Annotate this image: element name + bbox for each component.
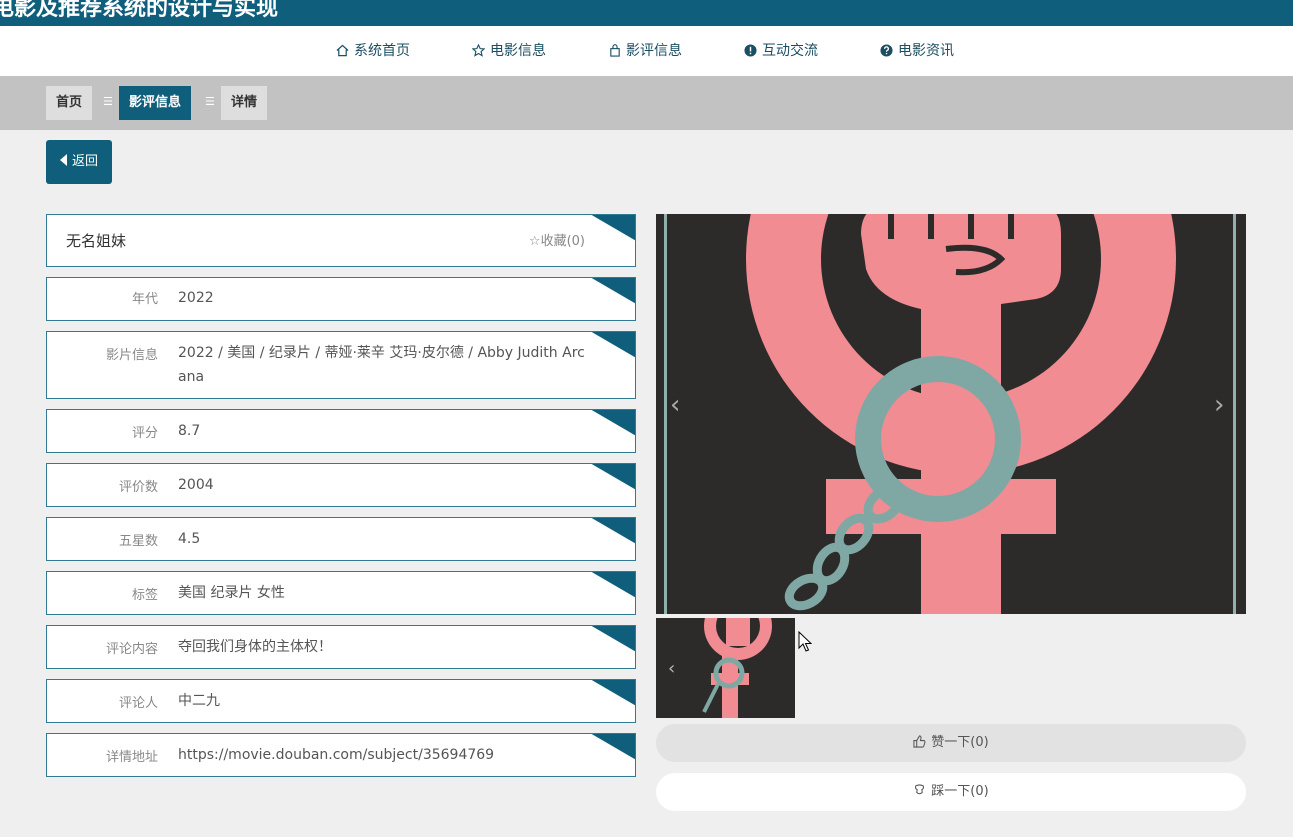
corner-ribbon-icon: [588, 626, 635, 653]
favorite-button[interactable]: ☆收藏(0): [529, 215, 585, 266]
like-button-label: 赞一下(0): [931, 735, 989, 750]
dislike-button[interactable]: 踩一下(0): [656, 773, 1246, 811]
corner-ribbon-icon: [588, 215, 635, 242]
field-label: 标签: [131, 588, 158, 603]
field-label: 评论内容: [105, 642, 158, 657]
corner-ribbon-icon: [588, 572, 635, 599]
site-title: 电影及推荐系统的设计与实现: [0, 0, 279, 21]
field-row-tags: 标签 美国 纪录片 女性: [46, 571, 636, 615]
mouse-cursor-icon: [798, 631, 812, 652]
breadcrumb-detail: 详情: [221, 86, 268, 120]
nav-item-news[interactable]: 电影资讯: [880, 26, 954, 76]
nav-item-label: 电影信息: [490, 43, 546, 59]
nav-item-label: 系统首页: [354, 43, 410, 59]
field-row-review-count: 评价数 2004: [46, 463, 636, 507]
breadcrumb-home[interactable]: 首页: [46, 86, 93, 120]
movie-title: 无名姐妹: [66, 232, 127, 250]
nav-item-movies[interactable]: 电影信息: [471, 26, 546, 76]
corner-ribbon-icon: [588, 332, 635, 359]
corner-ribbon-icon: [588, 410, 635, 437]
nav-item-home[interactable]: 系统首页: [336, 26, 410, 76]
thumbs-down-icon: [915, 784, 925, 795]
thumbs-up-icon: [913, 735, 926, 748]
field-value: 8.7: [178, 423, 201, 439]
field-row-url: 详情地址 https://movie.douban.com/subject/35…: [46, 733, 636, 777]
home-icon: [336, 44, 349, 57]
field-label: 影片信息: [105, 348, 158, 363]
field-row-five-star: 五星数 4.5: [46, 517, 636, 561]
nav-item-label: 电影资讯: [898, 43, 954, 59]
back-button[interactable]: 返回: [46, 140, 112, 184]
field-label: 五星数: [118, 534, 158, 549]
field-value: 2022 / 美国 / 纪录片 / 蒂娅·莱辛 艾玛·皮尔德 / Abby Ju…: [178, 345, 585, 385]
field-row-info: 影片信息 2022 / 美国 / 纪录片 / 蒂娅·莱辛 艾玛·皮尔德 / Ab…: [46, 331, 636, 399]
field-label: 评分: [131, 426, 158, 441]
poster-image: [656, 214, 1246, 614]
field-label: 详情地址: [105, 750, 158, 765]
field-value: 4.5: [178, 531, 201, 547]
like-button[interactable]: 赞一下(0): [656, 724, 1246, 762]
field-value: 美国 纪录片 女性: [178, 585, 285, 601]
back-button-label: 返回: [71, 154, 98, 169]
poster-carousel[interactable]: [656, 214, 1246, 614]
field-value: 2004: [178, 477, 214, 493]
dislike-button-label: 踩一下(0): [931, 784, 989, 799]
nav-item-label: 互动交流: [762, 43, 818, 59]
field-row-rating: 评分 8.7: [46, 409, 636, 453]
field-value: 中二九: [178, 693, 220, 709]
field-value[interactable]: https://movie.douban.com/subject/3569476…: [178, 743, 588, 767]
top-title-bar: 电影及推荐系统的设计与实现: [0, 0, 1293, 26]
field-row-comment: 评论内容 夺回我们身体的主体权！: [46, 625, 636, 669]
field-label: 评价数: [118, 480, 158, 495]
breadcrumb-separator-icon: ☰: [103, 95, 113, 108]
field-label: 评论人: [118, 696, 158, 711]
nav-item-interaction[interactable]: 互动交流: [744, 26, 818, 76]
field-value: 夺回我们身体的主体权！: [178, 639, 332, 655]
question-icon: [880, 44, 893, 57]
field-value: 2022: [178, 290, 214, 306]
chevron-left-icon[interactable]: ‹: [670, 390, 680, 420]
caret-left-icon: [59, 154, 67, 166]
nav-item-label: 影评信息: [626, 43, 682, 59]
corner-ribbon-icon: [588, 278, 635, 305]
svg-text:‹: ‹: [668, 658, 675, 679]
corner-ribbon-icon: [588, 734, 635, 761]
field-label: 年代: [131, 292, 158, 307]
poster-thumbnail-image: ‹: [656, 618, 795, 718]
corner-ribbon-icon: [588, 518, 635, 545]
star-icon: [471, 43, 486, 57]
breadcrumb: 首页 ☰ 影评信息 ☰ 详情: [0, 76, 1293, 130]
poster-thumbnail[interactable]: ‹: [656, 618, 795, 718]
exclamation-icon: [744, 44, 757, 57]
chevron-right-icon[interactable]: ›: [1214, 390, 1224, 420]
field-row-year: 年代 2022: [46, 277, 636, 321]
corner-ribbon-icon: [588, 680, 635, 707]
nav-item-reviews[interactable]: 影评信息: [609, 26, 682, 76]
corner-ribbon-icon: [588, 464, 635, 491]
field-row-reviewer: 评论人 中二九: [46, 679, 636, 723]
breadcrumb-reviews[interactable]: 影评信息: [119, 86, 192, 120]
main-nav: 系统首页 电影信息 影评信息 互动交流 电影资讯: [0, 26, 1293, 76]
bag-icon: [610, 44, 620, 57]
movie-title-card: 无名姐妹 ☆收藏(0): [46, 214, 636, 267]
breadcrumb-separator-icon: ☰: [205, 95, 215, 108]
